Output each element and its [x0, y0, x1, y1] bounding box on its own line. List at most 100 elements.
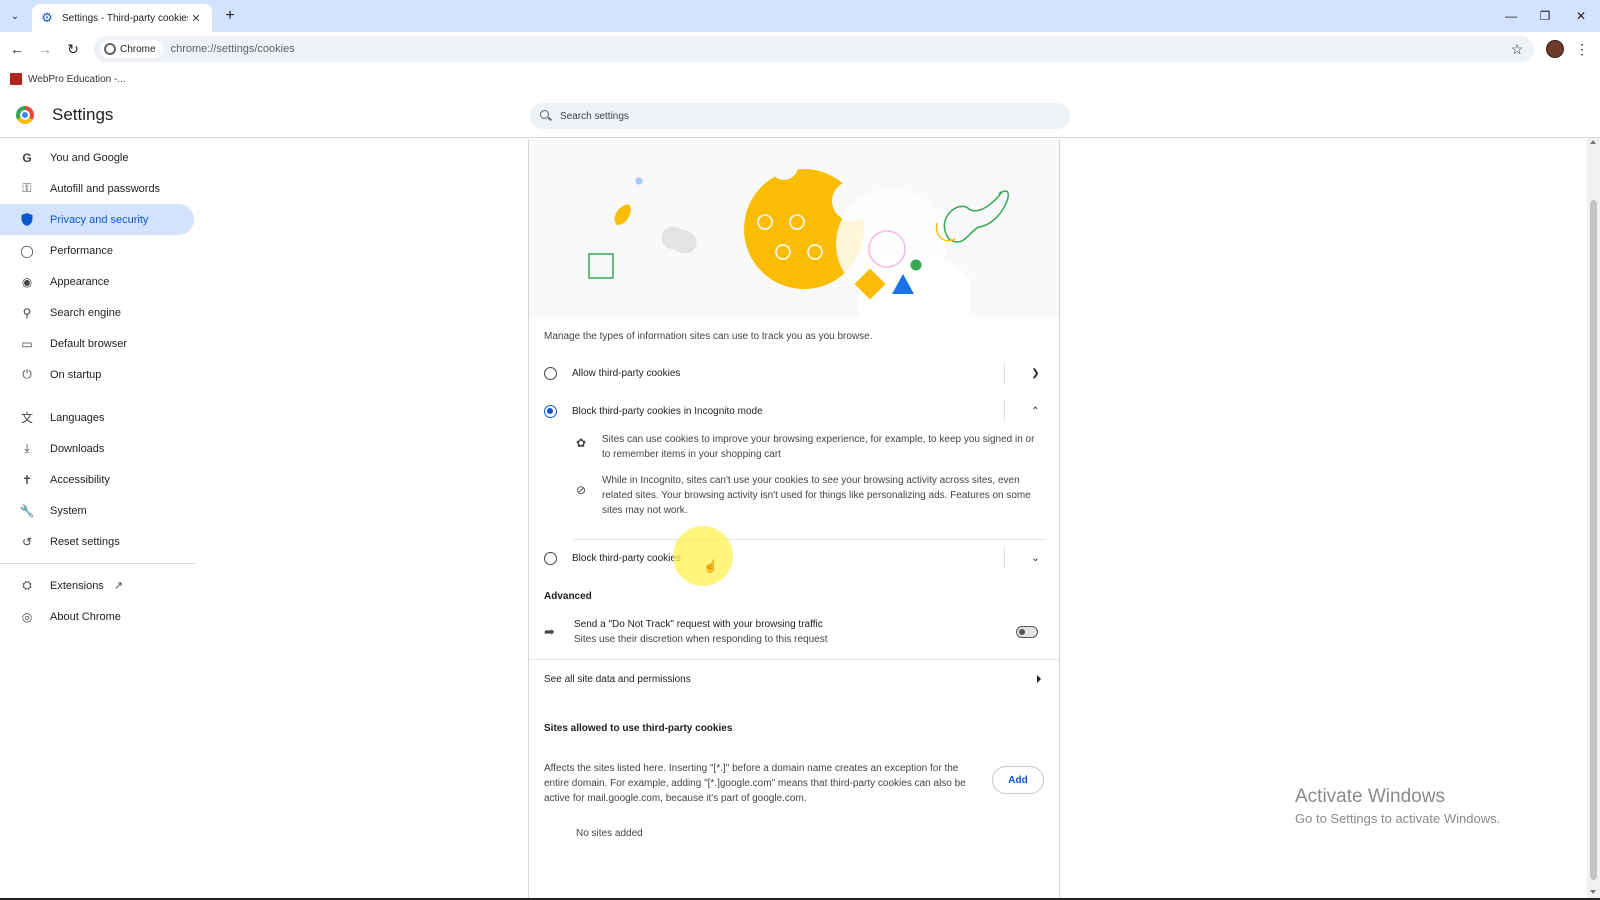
settings-sidebar: G You and Google ⚿ Autofill and password…	[0, 142, 200, 632]
tab-strip: ⌄ ⚙ Settings - Third-party cookies ✕ + —…	[0, 0, 1600, 32]
profile-avatar[interactable]	[1546, 40, 1564, 58]
option-allow-third-party[interactable]: Allow third-party cookies ❯	[544, 362, 1044, 384]
forward-arrow-icon: ➦	[544, 624, 555, 639]
sidebar-item-languages[interactable]: 文 Languages	[0, 402, 194, 433]
chrome-logo-icon	[16, 106, 34, 124]
allowed-sites-heading: Sites allowed to use third-party cookies	[544, 723, 733, 734]
radio-block-all[interactable]	[544, 551, 557, 565]
bookmark-star-button[interactable]: ☆	[1505, 37, 1529, 61]
cookies-panel: Manage the types of information sites ca…	[528, 139, 1060, 900]
back-button[interactable]: ←	[5, 37, 29, 61]
option-label: Allow third-party cookies	[572, 367, 681, 379]
sidebar-item-system[interactable]: 🔧 System	[0, 495, 194, 526]
add-site-button[interactable]: Add	[992, 766, 1044, 794]
sidebar-item-accessibility[interactable]: ✝ Accessibility	[0, 464, 194, 495]
page-scrollbar[interactable]	[1587, 138, 1600, 900]
sidebar-item-on-startup[interactable]: ⏻ On startup	[0, 359, 194, 390]
sidebar-item-label: Search engine	[50, 306, 121, 319]
expand-button[interactable]: ⌄	[1004, 547, 1044, 569]
sidebar-divider	[0, 563, 196, 564]
new-tab-button[interactable]: +	[220, 6, 240, 26]
allowed-sites-description: Affects the sites listed here. Inserting…	[544, 763, 966, 804]
sidebar-item-performance[interactable]: ◯ Performance	[0, 235, 194, 266]
download-icon: ⤓	[24, 441, 30, 455]
site-info-chip[interactable]: Chrome	[100, 40, 163, 58]
sidebar-item-default-browser[interactable]: ▭ Default browser	[0, 328, 194, 359]
scroll-down-icon[interactable]	[1590, 890, 1596, 894]
gear-icon: ⚙	[41, 10, 53, 25]
sidebar-item-label: Downloads	[50, 442, 105, 455]
chevron-down-icon: ❯	[1031, 367, 1040, 379]
sidebar-item-privacy[interactable]: Privacy and security	[0, 204, 194, 235]
chrome-menu-button[interactable]: ⋮	[1570, 37, 1594, 61]
search-input[interactable]	[560, 110, 1040, 122]
sidebar-item-label: About Chrome	[50, 610, 121, 623]
sidebar-item-reset[interactable]: ↺ Reset settings	[0, 526, 194, 557]
reload-button[interactable]: ↻	[61, 37, 85, 61]
option-block-third-party[interactable]: Block third-party cookies ⌄	[544, 547, 1044, 569]
chevron-up-icon: ⌃	[1031, 405, 1040, 417]
sidebar-item-extensions[interactable]: ⛭ Extensions ↗	[0, 570, 194, 601]
hand-cursor-icon: ☝	[703, 559, 718, 573]
activate-windows-watermark: Activate Windows Go to Settings to activ…	[1295, 785, 1500, 828]
search-icon: ⚲	[22, 305, 32, 320]
sidebar-item-about-chrome[interactable]: ◎ About Chrome	[0, 601, 194, 632]
bookmark-webpro[interactable]: WebPro Education -...	[10, 70, 126, 88]
plus-icon: +	[225, 7, 235, 24]
radio-allow[interactable]	[544, 366, 557, 380]
sidebar-item-label: Appearance	[50, 275, 110, 288]
search-icon	[540, 110, 552, 122]
forward-button[interactable]: →	[33, 37, 57, 61]
intro-text: Manage the types of information sites ca…	[544, 331, 873, 342]
close-tab-button[interactable]: ✕	[188, 10, 204, 26]
sidebar-item-search-engine[interactable]: ⚲ Search engine	[0, 297, 194, 328]
puzzle-icon: ⛭	[22, 578, 32, 592]
option-divider	[574, 539, 1044, 540]
active-tab[interactable]: ⚙ Settings - Third-party cookies ✕	[32, 4, 212, 32]
settings-search[interactable]	[530, 103, 1070, 129]
address-bar[interactable]: Chrome chrome://settings/cookies	[94, 36, 1534, 62]
minimize-button[interactable]: —	[1499, 4, 1523, 28]
detail-cookies-purpose: ✿ Sites can use cookies to improve your …	[574, 432, 1044, 462]
bookmark-label: WebPro Education -...	[28, 73, 126, 85]
minimize-icon: —	[1505, 9, 1517, 23]
sidebar-item-label: Reset settings	[50, 535, 120, 548]
cookie-icon: ✿	[575, 436, 587, 450]
chevron-down-icon: ⌄	[1031, 552, 1040, 564]
sidebar-item-appearance[interactable]: ◉ Appearance	[0, 266, 194, 297]
close-icon: ✕	[191, 12, 201, 25]
restore-button[interactable]: ❐	[1533, 4, 1557, 28]
sidebar-item-you-and-google[interactable]: G You and Google	[0, 142, 194, 173]
key-icon: ⚿	[22, 181, 32, 195]
tab-search-button[interactable]: ⌄	[5, 6, 25, 26]
sidebar-item-downloads[interactable]: ⤓ Downloads	[0, 433, 194, 464]
see-all-site-data-link[interactable]: See all site data and permissions	[544, 669, 1044, 689]
scroll-up-icon[interactable]	[1590, 140, 1596, 144]
cookie-illustration	[529, 139, 1059, 317]
block-icon: ⊘	[575, 483, 587, 497]
advanced-heading: Advanced	[544, 591, 592, 602]
radio-block-incognito[interactable]	[544, 404, 557, 418]
cursor-highlight	[673, 526, 733, 586]
star-icon: ☆	[1510, 40, 1524, 57]
sidebar-item-autofill[interactable]: ⚿ Autofill and passwords	[0, 173, 194, 204]
sidebar-item-label: You and Google	[50, 151, 129, 164]
arrow-right-icon	[1037, 675, 1041, 683]
sidebar-item-label: On startup	[50, 368, 102, 381]
nav-gap	[0, 390, 200, 402]
scroll-thumb[interactable]	[1590, 200, 1597, 880]
url-text[interactable]: chrome://settings/cookies	[171, 43, 295, 55]
browser-window-icon: ▭	[21, 336, 33, 351]
do-not-track-toggle[interactable]	[1016, 626, 1038, 638]
settings-header: Settings	[0, 92, 1600, 138]
google-icon: G	[22, 150, 32, 165]
palette-icon: ◉	[21, 274, 33, 289]
expand-button[interactable]: ❯	[1004, 362, 1044, 384]
bookmarks-bar: WebPro Education -...	[0, 66, 1600, 92]
do-not-track-row[interactable]: ➦ Send a "Do Not Track" request with you…	[544, 615, 1044, 649]
tab-title: Settings - Third-party cookies	[62, 12, 188, 24]
collapse-button[interactable]: ⌃	[1004, 400, 1044, 422]
close-window-button[interactable]: ✕	[1569, 4, 1593, 28]
option-block-incognito[interactable]: Block third-party cookies in Incognito m…	[544, 400, 1044, 422]
sidebar-item-label: Extensions	[50, 579, 104, 592]
